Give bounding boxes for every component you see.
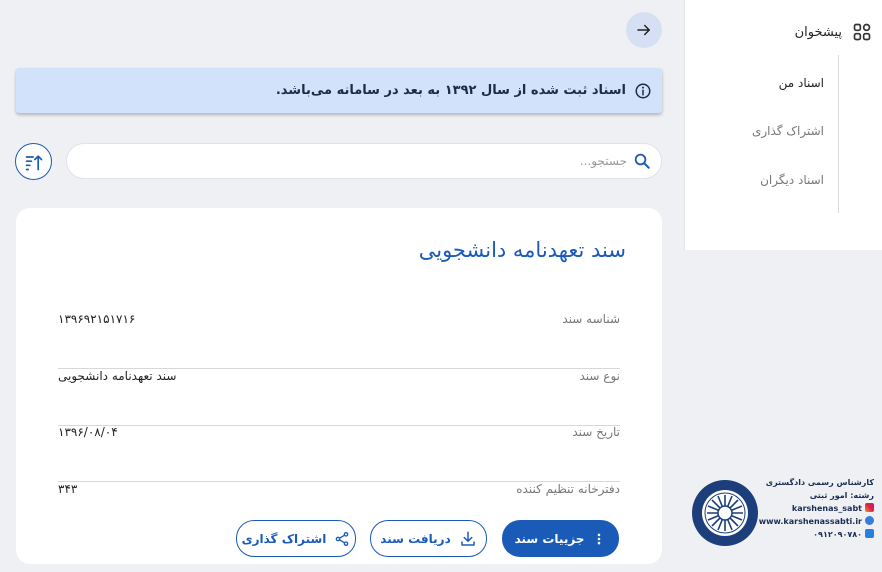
field-label: نوع سند (579, 369, 621, 383)
phone-icon (865, 529, 874, 538)
sidebar-divider (838, 55, 839, 213)
field-value: ۳۴۳ (58, 482, 78, 496)
search-input[interactable] (107, 154, 627, 168)
share-button[interactable]: اشتراک گذاری (236, 520, 356, 557)
field-value: سند تعهدنامه دانشجویی (58, 369, 177, 383)
watermark: کارشناس رسمی دادگستری رشته: امور ثبتی ka… (690, 474, 874, 550)
alert-text: اسناد ثبت شده از سال ۱۳۹۲ به بعد در ساما… (275, 83, 626, 98)
download-icon (459, 530, 477, 548)
arrow-right-icon (637, 24, 650, 36)
watermark-phone-row: ۰۹۱۲۰۹۰۷۸۰ (762, 528, 874, 541)
download-document-button[interactable]: دریافت سند (370, 520, 487, 557)
field-label: شناسه سند (562, 312, 620, 326)
dashboard-grid-icon (853, 23, 871, 41)
back-button[interactable] (626, 12, 662, 48)
watermark-text: کارشناس رسمی دادگستری رشته: امور ثبتی ka… (758, 476, 874, 541)
field-row-document-type: نوع سند سند تعهدنامه دانشجویی (58, 369, 620, 426)
watermark-line1: کارشناس رسمی دادگستری (765, 478, 874, 487)
field-label: دفترخانه تنظیم کننده (516, 482, 620, 496)
search-bar (66, 143, 662, 179)
seal-logo (692, 480, 758, 546)
document-details-label: جزییات سند (514, 531, 585, 546)
watermark-line2: رشته: امور ثبتی (809, 491, 874, 500)
field-row-document-date: تاریخ سند ۱۳۹۶/۰۸/۰۴ (58, 425, 620, 482)
share-label: اشتراک گذاری (241, 531, 327, 546)
sidebar: پیشخوان اسناد من اشتراک گذاری اسناد دیگر… (684, 0, 882, 250)
field-value: ۱۳۹۶۹۲۱۵۱۷۱۶ (58, 312, 136, 326)
info-alert: اسناد ثبت شده از سال ۱۳۹۲ به بعد در ساما… (16, 68, 662, 113)
info-icon (635, 83, 651, 98)
sidebar-item-sharing[interactable]: اشتراک گذاری (752, 124, 824, 138)
document-title: سند تعهدنامه دانشجویی (418, 238, 626, 262)
sort-icon (25, 154, 42, 170)
field-value: ۱۳۹۶/۰۸/۰۴ (58, 425, 118, 439)
main-content: اسناد ثبت شده از سال ۱۳۹۲ به بعد در ساما… (0, 0, 684, 572)
sort-button[interactable] (15, 143, 52, 180)
field-row-document-id: شناسه سند ۱۳۹۶۹۲۱۵۱۷۱۶ (58, 312, 620, 369)
watermark-phone: ۰۹۱۲۰۹۰۷۸۰ (813, 530, 862, 539)
sidebar-item-others-documents[interactable]: اسناد دیگران (760, 173, 824, 187)
globe-icon (865, 516, 874, 525)
share-icon (334, 531, 350, 547)
search-icon (634, 153, 650, 169)
more-vertical-icon (592, 532, 606, 546)
document-card: سند تعهدنامه دانشجویی شناسه سند ۱۳۹۶۹۲۱۵… (16, 208, 662, 564)
instagram-icon (865, 503, 874, 512)
field-label: تاریخ سند (572, 425, 620, 439)
watermark-instagram: karshenas_sabt (791, 504, 862, 513)
download-document-label: دریافت سند (380, 531, 451, 546)
watermark-website-row: www.karshenassabti.ir (758, 515, 874, 528)
sidebar-title: پیشخوان (794, 24, 842, 40)
sidebar-dashboard[interactable]: پیشخوان (795, 22, 872, 42)
document-details-button[interactable]: جزییات سند (502, 520, 619, 557)
watermark-website: www.karshenassabti.ir (758, 517, 862, 526)
watermark-instagram-row: karshenas_sabt (762, 502, 874, 515)
sidebar-item-my-documents[interactable]: اسناد من (779, 76, 824, 90)
